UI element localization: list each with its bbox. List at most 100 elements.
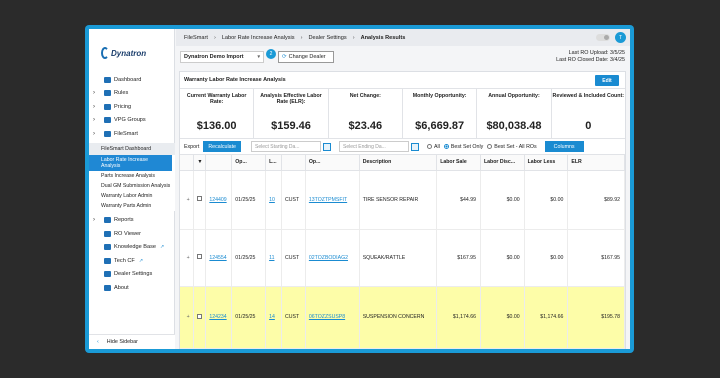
column-header[interactable]: Description [359, 155, 438, 171]
stat-annual: Annual Opportunity: $80,038.48 [477, 89, 552, 138]
theme-toggle[interactable] [596, 34, 610, 41]
radio-all[interactable]: All [427, 144, 440, 150]
start-date-input[interactable]: Select Starting Da... [251, 141, 331, 152]
ro-number-link[interactable]: 124554 [205, 229, 233, 287]
stat-label: Monthly Opportunity: [412, 93, 467, 99]
sidebar-subitem-dual-gm[interactable]: Dual GM Submission Analysis [89, 181, 175, 191]
stat-value: $23.46 [348, 120, 383, 132]
calendar-icon[interactable] [411, 143, 419, 151]
stat-value: $136.00 [196, 120, 237, 132]
user-avatar[interactable]: T [615, 32, 626, 43]
end-date-input[interactable]: Select Ending Da... [339, 141, 419, 152]
sidebar-item-label: Dashboard [114, 76, 142, 83]
stat-net-change: Net Change: $23.46 [329, 89, 403, 138]
sidebar-item-knowledge-base[interactable]: Knowledge Base ↗ [89, 241, 175, 255]
column-header[interactable] [205, 155, 233, 171]
sidebar-item-ro-viewer[interactable]: RO Viewer [89, 227, 175, 241]
radio-best-set-only[interactable]: Best Set Only [443, 144, 483, 150]
sidebar-item-reports[interactable]: › Reports [89, 214, 175, 228]
radio-label: Best Set - All ROs [494, 143, 537, 150]
line-link[interactable]: 11 [265, 229, 282, 287]
checkbox[interactable] [197, 313, 203, 319]
stat-value: 0 [585, 120, 592, 132]
checkbox[interactable] [197, 196, 203, 201]
column-header[interactable]: Op... [231, 155, 267, 171]
sidebar-item-rules[interactable]: › Rules [89, 87, 175, 101]
logo[interactable]: Dynatron [101, 41, 161, 65]
sidebar-subitem-filesmart-dashboard[interactable]: FileSmart Dashboard [89, 142, 175, 155]
sidebar-item-pricing[interactable]: › Pricing [89, 100, 175, 114]
results-table: ▼ Op... L... Op... Description Labor Sal… [180, 155, 625, 349]
cell-labor-less: $0.00 [524, 170, 569, 230]
gear-icon [104, 117, 111, 124]
opcode-link[interactable]: 06TOZZSUSP8 [305, 286, 360, 349]
line-link[interactable]: 10 [265, 170, 282, 230]
calendar-icon[interactable] [323, 143, 331, 151]
sidebar-item-about[interactable]: About [89, 281, 175, 295]
breadcrumb-item[interactable]: Dealer Settings [308, 35, 346, 41]
stats-row: Current Warranty Labor Rate: $136.00 Ana… [180, 89, 625, 139]
cell-labor-sale: $167.95 [436, 229, 481, 287]
sidebar-item-tech-cf[interactable]: Tech CF ↗ [89, 254, 175, 268]
table-row[interactable]: + 124409 01/25/25 10 CUST 13TOZTPMSFIT T… [180, 170, 625, 230]
ro-number-link[interactable]: 124234 [205, 286, 233, 349]
column-header[interactable] [281, 155, 306, 171]
change-dealer-button[interactable]: ⟳ Change Dealer [278, 51, 334, 63]
cell-elr: $89.92 [567, 170, 625, 230]
opcode-link[interactable]: 13TOZTPMSFIT [305, 170, 360, 230]
document-icon [104, 230, 111, 237]
column-header[interactable]: ELR [567, 155, 625, 171]
ro-number-link[interactable]: 124409 [205, 170, 233, 230]
cell-date: 01/25/25 [231, 170, 267, 230]
cell-description: TIRE SENSOR REPAIR [359, 170, 438, 230]
filter-icon[interactable]: ▼ [193, 155, 207, 171]
opcode-link[interactable]: 02TOZBODIAG2 [305, 229, 360, 287]
sidebar-subitem-parts-increase[interactable]: Parts Increase Analysis [89, 171, 175, 181]
row-checkbox[interactable] [193, 170, 207, 230]
radio-circle-selected [443, 144, 449, 149]
line-link[interactable]: 14 [265, 286, 282, 349]
sidebar-subitem-labor-rate[interactable]: Labor Rate Increase Analysis [89, 154, 172, 171]
edit-button[interactable]: Edit [595, 75, 619, 86]
book-icon [104, 244, 111, 251]
expand-icon[interactable]: + [180, 170, 195, 230]
stat-value: $6,669.87 [415, 120, 465, 132]
columns-button[interactable]: Columns [544, 141, 584, 152]
column-header[interactable]: Labor Disc... [480, 155, 525, 171]
column-header[interactable]: Op... [305, 155, 360, 171]
sidebar-subitem-warranty-labor[interactable]: Warranty Labor Admin [89, 191, 175, 201]
sidebar-item-vpg-groups[interactable]: › VPG Groups [89, 114, 175, 128]
sidebar-subitem-warranty-parts[interactable]: Warranty Parts Admin [89, 201, 175, 211]
table-row[interactable]: + 124554 01/25/25 11 CUST 02TOZBODIAG2 S… [180, 229, 625, 287]
panel-title: Warranty Labor Rate Increase Analysis [184, 77, 286, 83]
cell-type: CUST [281, 170, 306, 230]
cell-date: 01/25/25 [231, 229, 267, 287]
table-row-highlighted[interactable]: + 124234 01/25/25 14 CUST 06TOZZSUSP8 SU… [180, 286, 625, 349]
chevron-right-icon: › [93, 217, 95, 224]
column-header[interactable]: Labor Sale [436, 155, 481, 171]
cell-labor-sale: $44.99 [436, 170, 481, 230]
dealer-select[interactable]: Dynatron Demo Import ▾ [180, 51, 264, 63]
export-button[interactable]: Export [184, 144, 199, 150]
expand-icon[interactable]: + [180, 229, 195, 287]
row-checkbox[interactable] [193, 286, 207, 349]
stat-elr: Analysis Effective Labor Rate (ELR): $15… [254, 89, 329, 138]
cell-date: 01/25/25 [231, 286, 267, 349]
column-header[interactable]: L... [265, 155, 282, 171]
sidebar-item-dealer-settings[interactable]: Dealer Settings [89, 268, 175, 282]
sidebar-item-dashboard[interactable]: Dashboard [89, 73, 175, 87]
hide-sidebar-button[interactable]: ‹ Hide Sidebar [89, 334, 175, 349]
checkbox[interactable] [197, 254, 203, 259]
sidebar-item-label: About [114, 284, 129, 291]
expand-icon[interactable]: + [180, 286, 195, 349]
table-header-row: ▼ Op... L... Op... Description Labor Sal… [180, 155, 625, 171]
recalculate-button[interactable]: Recalculate [203, 141, 241, 152]
breadcrumb-item[interactable]: FileSmart [184, 35, 208, 41]
radio-best-set-all[interactable]: Best Set - All ROs [487, 143, 537, 150]
info-icon [104, 284, 111, 291]
sidebar-item-filesmart[interactable]: › FileSmart [89, 127, 175, 141]
column-header[interactable]: Labor Less [524, 155, 569, 171]
row-checkbox[interactable] [193, 229, 207, 287]
sidebar: Dynatron Dashboard › Rules › Pricing › V… [89, 29, 175, 349]
breadcrumb-item[interactable]: Labor Rate Increase Analysis [222, 35, 295, 41]
